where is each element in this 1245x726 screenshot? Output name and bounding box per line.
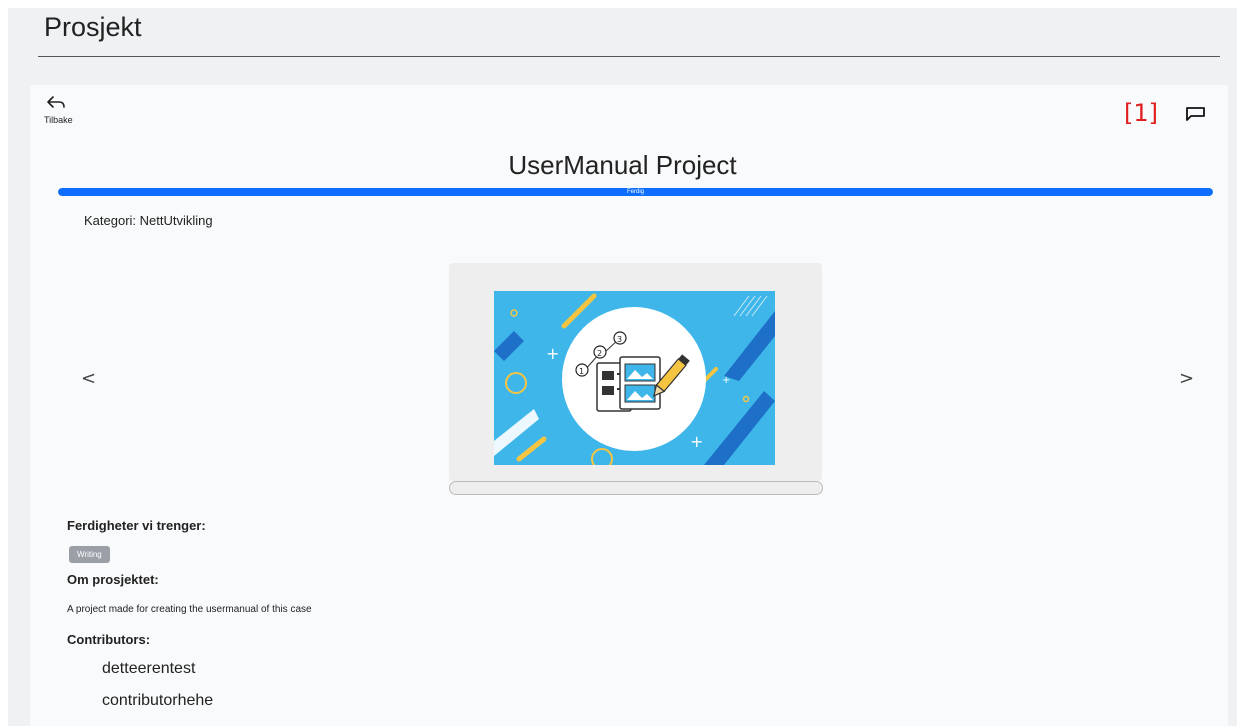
svg-text:+: + <box>722 375 730 386</box>
skills-heading: Ferdigheter vi trenger: <box>67 518 206 533</box>
page-title: Prosjekt <box>44 12 142 42</box>
project-image: + + + 1 2 3 <box>494 291 775 465</box>
flag-icon <box>1186 107 1205 121</box>
back-button[interactable]: Tilbake <box>44 93 94 129</box>
contributors-heading: Contributors: <box>67 632 151 647</box>
svg-text:3: 3 <box>617 335 622 344</box>
svg-text:+: + <box>690 432 703 451</box>
contributor-item[interactable]: contributorhehe <box>102 692 213 710</box>
svg-text:2: 2 <box>597 349 602 358</box>
svg-text:+: + <box>546 344 559 363</box>
carousel-next-button[interactable]: > <box>1179 368 1194 389</box>
report-button[interactable] <box>1185 106 1207 129</box>
progress-fill: Ferdig <box>58 188 1213 196</box>
report-counter: [1] <box>1124 99 1158 127</box>
svg-text:1: 1 <box>579 367 584 376</box>
carousel-indicators[interactable] <box>449 481 823 495</box>
status-progress-bar: Ferdig <box>58 188 1213 196</box>
skill-badge: Writing <box>69 546 110 563</box>
project-title: UserManual Project <box>508 150 737 180</box>
status-label: Ferdig <box>626 189 644 195</box>
carousel-prev-button[interactable]: < <box>81 368 96 389</box>
project-category: Kategori: NettUtvikling <box>84 213 213 228</box>
title-divider <box>38 56 1220 57</box>
back-label: Tilbake <box>44 115 73 125</box>
about-text: A project made for creating the usermanu… <box>67 604 312 615</box>
back-arrow-icon <box>47 96 65 108</box>
about-heading: Om prosjektet: <box>67 572 159 587</box>
contributor-item[interactable]: detteerentest <box>102 660 195 678</box>
